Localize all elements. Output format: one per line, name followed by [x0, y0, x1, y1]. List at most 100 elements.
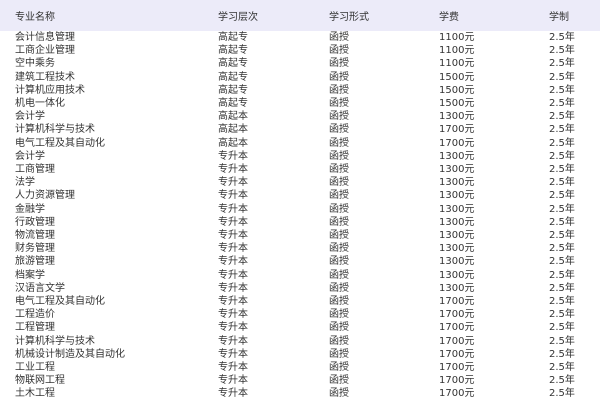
cell-duration: 2.5年 [549, 45, 575, 57]
cell-study-form: 函授 [329, 32, 349, 43]
cell-study-level: 专升本 [218, 322, 248, 334]
table-row: 机电一体化 高起专 函授 1500元 2.5年 [0, 97, 600, 110]
cell-study-level: 专升本 [218, 296, 248, 308]
cell-major-name: 电气工程及其自动化 [15, 137, 105, 149]
cell-major-name: 计算机科学与技术 [15, 335, 95, 347]
cell-major-name: 建筑工程技术 [15, 71, 75, 83]
cell-duration: 2.5年 [549, 98, 575, 110]
cell-major-name: 工程造价 [15, 309, 55, 321]
cell-tuition: 1500元 [439, 98, 475, 110]
table-row: 工程管理 专升本 函授 1700元 2.5年 [0, 321, 600, 334]
cell-major-name: 机械设计制造及其自动化 [15, 348, 125, 360]
cell-duration: 2.5年 [549, 256, 575, 268]
table-row: 计算机科学与技术 高起本 函授 1700元 2.5年 [0, 123, 600, 136]
cell-study-level: 专升本 [218, 203, 248, 215]
cell-tuition: 1700元 [439, 388, 475, 400]
cell-duration: 2.5年 [549, 71, 575, 83]
table-row: 汉语言文学 专升本 函授 1300元 2.5年 [0, 282, 600, 295]
cell-major-name: 工商管理 [15, 164, 55, 176]
cell-duration: 2.5年 [549, 190, 575, 202]
cell-study-level: 专升本 [218, 362, 248, 374]
column-header-duration: 学制 [549, 12, 569, 23]
cell-major-name: 行政管理 [15, 216, 55, 228]
cell-duration: 2.5年 [549, 84, 575, 96]
cell-study-form: 函授 [329, 309, 349, 321]
cell-study-level: 专升本 [218, 375, 248, 387]
table-row: 物联网工程 专升本 函授 1700元 2.5年 [0, 374, 600, 387]
cell-study-form: 函授 [329, 216, 349, 228]
table-row: 会计学 高起本 函授 1300元 2.5年 [0, 110, 600, 123]
cell-study-form: 函授 [329, 348, 349, 360]
cell-major-name: 金融学 [15, 203, 45, 215]
cell-tuition: 1700元 [439, 137, 475, 149]
cell-major-name: 工商企业管理 [15, 45, 75, 57]
cell-study-form: 函授 [329, 71, 349, 83]
cell-tuition: 1300元 [439, 230, 475, 242]
cell-study-level: 高起专 [218, 71, 248, 83]
cell-tuition: 1100元 [439, 58, 475, 70]
majors-table: 专业名称 学习层次 学习形式 学费 学制 会计信息管理 高起专 函授 1100元 2.5… [0, 0, 600, 400]
table-row: 旅游管理 专升本 函授 1300元 2.5年 [0, 255, 600, 268]
table-row: 工商企业管理 高起专 函授 1100元 2.5年 [0, 44, 600, 57]
table-row: 工业工程 专升本 函授 1700元 2.5年 [0, 361, 600, 374]
cell-duration: 2.5年 [549, 32, 575, 43]
table-row: 空中乘务 高起专 函授 1100元 2.5年 [0, 57, 600, 70]
cell-study-level: 专升本 [218, 150, 248, 162]
table-row: 法学 专升本 函授 1300元 2.5年 [0, 176, 600, 189]
cell-tuition: 1300元 [439, 150, 475, 162]
cell-tuition: 1100元 [439, 32, 475, 43]
column-header-tuition: 学费 [439, 12, 459, 23]
table-body: 会计信息管理 高起专 函授 1100元 2.5年 工商企业管理 高起专 函授 1100元 2.5年… [0, 31, 600, 400]
cell-study-level: 高起本 [218, 111, 248, 123]
cell-major-name: 财务管理 [15, 243, 55, 255]
cell-study-form: 函授 [329, 45, 349, 57]
table-row: 档案学 专升本 函授 1300元 2.5年 [0, 269, 600, 282]
cell-major-name: 人力资源管理 [15, 190, 75, 202]
cell-duration: 2.5年 [549, 296, 575, 308]
cell-tuition: 1700元 [439, 348, 475, 360]
table-row: 工程造价 专升本 函授 1700元 2.5年 [0, 308, 600, 321]
cell-study-form: 函授 [329, 230, 349, 242]
cell-study-level: 专升本 [218, 164, 248, 176]
table-row: 财务管理 专升本 函授 1300元 2.5年 [0, 242, 600, 255]
cell-study-level: 高起专 [218, 32, 248, 43]
cell-study-form: 函授 [329, 58, 349, 70]
cell-major-name: 会计学 [15, 111, 45, 123]
cell-study-level: 高起专 [218, 58, 248, 70]
cell-tuition: 1700元 [439, 322, 475, 334]
column-header-study-level: 学习层次 [218, 12, 258, 23]
table-row: 电气工程及其自动化 高起本 函授 1700元 2.5年 [0, 137, 600, 150]
cell-study-form: 函授 [329, 375, 349, 387]
cell-major-name: 计算机应用技术 [15, 84, 85, 96]
cell-major-name: 物流管理 [15, 230, 55, 242]
cell-major-name: 会计信息管理 [15, 32, 75, 43]
cell-duration: 2.5年 [549, 269, 575, 281]
cell-tuition: 1300元 [439, 203, 475, 215]
cell-study-form: 函授 [329, 203, 349, 215]
cell-major-name: 空中乘务 [15, 58, 55, 70]
cell-tuition: 1300元 [439, 269, 475, 281]
cell-study-level: 专升本 [218, 230, 248, 242]
cell-duration: 2.5年 [549, 348, 575, 360]
table-row: 计算机科学与技术 专升本 函授 1700元 2.5年 [0, 335, 600, 348]
cell-tuition: 1500元 [439, 71, 475, 83]
cell-major-name: 档案学 [15, 269, 45, 281]
table-row: 电气工程及其自动化 专升本 函授 1700元 2.5年 [0, 295, 600, 308]
cell-duration: 2.5年 [549, 111, 575, 123]
cell-study-level: 专升本 [218, 190, 248, 202]
cell-duration: 2.5年 [549, 282, 575, 294]
cell-tuition: 1300元 [439, 243, 475, 255]
cell-duration: 2.5年 [549, 230, 575, 242]
cell-study-level: 专升本 [218, 282, 248, 294]
cell-study-form: 函授 [329, 388, 349, 400]
cell-duration: 2.5年 [549, 216, 575, 228]
cell-study-level: 专升本 [218, 243, 248, 255]
cell-study-level: 高起专 [218, 98, 248, 110]
cell-study-form: 函授 [329, 296, 349, 308]
cell-study-form: 函授 [329, 362, 349, 374]
cell-duration: 2.5年 [549, 243, 575, 255]
cell-major-name: 机电一体化 [15, 98, 65, 110]
cell-duration: 2.5年 [549, 150, 575, 162]
cell-major-name: 物联网工程 [15, 375, 65, 387]
cell-major-name: 电气工程及其自动化 [15, 296, 105, 308]
